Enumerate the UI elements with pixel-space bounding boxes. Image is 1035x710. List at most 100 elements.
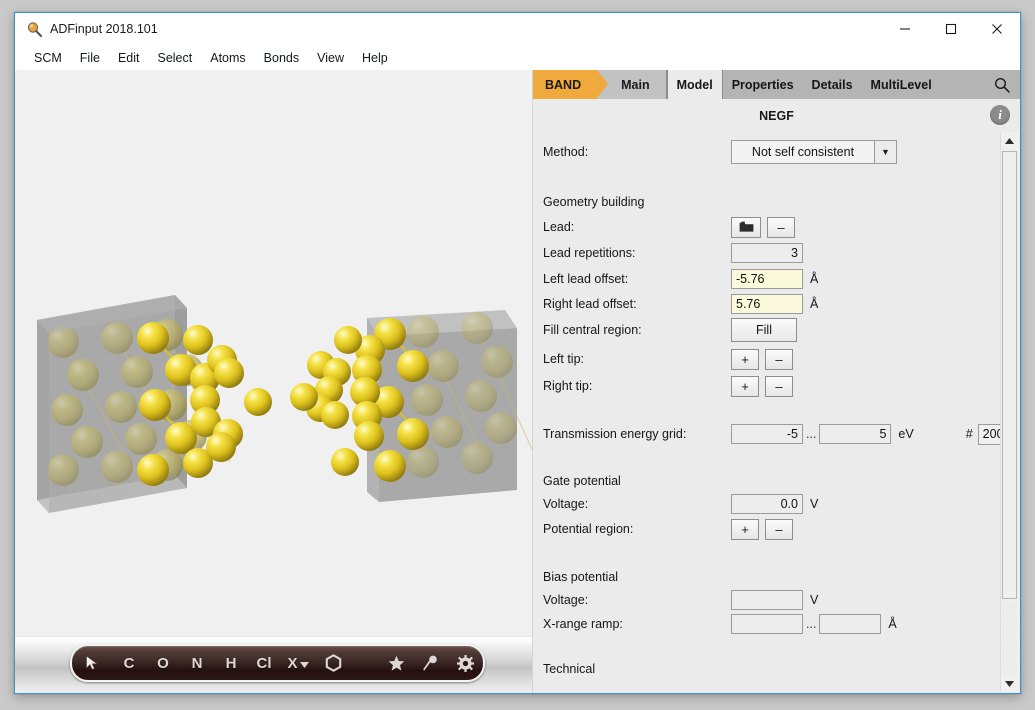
lead-browse-button[interactable]	[731, 216, 761, 238]
transmission-count-stepper[interactable]: 200	[977, 423, 1001, 445]
gate-voltage-unit: V	[810, 497, 819, 511]
potential-region-add-button[interactable]: +	[731, 518, 759, 540]
menu-bar: SCM File Edit Select Atoms Bonds View He…	[15, 46, 1020, 70]
carbon-tool[interactable]: C	[112, 648, 146, 678]
title-bar: ADFinput 2018.101	[15, 13, 1020, 46]
magnifier-icon	[26, 21, 43, 38]
nitrogen-tool[interactable]: N	[180, 648, 214, 678]
left-tip-remove-button[interactable]: –	[765, 348, 793, 370]
transmission-from-input[interactable]	[731, 424, 803, 444]
select-tool[interactable]	[72, 648, 112, 678]
bias-potential-section-label: Bias potential	[543, 570, 619, 584]
chevron-down-icon: ▼	[874, 141, 896, 163]
potential-region-remove-button[interactable]: –	[765, 518, 793, 540]
lead-row: Lead: –	[543, 216, 1001, 238]
tab-model[interactable]: Model	[666, 70, 723, 99]
left-tip-row: Left tip: + –	[543, 348, 1001, 370]
tab-bar: BAND Main Model Properties Details Multi…	[533, 70, 1020, 99]
application-window: ADFinput 2018.101 SCM File Edit Select A…	[14, 12, 1021, 694]
right-tip-label: Right tip:	[543, 379, 593, 393]
bias-voltage-label: Voltage:	[543, 593, 589, 607]
lead-remove-button[interactable]: –	[767, 216, 795, 238]
magic-wand-tool[interactable]	[413, 648, 447, 678]
menu-item-view[interactable]: View	[308, 49, 353, 67]
tab-band-program[interactable]: BAND	[533, 70, 609, 99]
method-select[interactable]: Not self consistent ▼	[731, 140, 897, 164]
info-icon[interactable]: i	[990, 105, 1010, 125]
main-content: C O N H Cl X BAND Main Model Properties …	[15, 70, 1020, 693]
method-row: Method: Not self consistent ▼	[543, 140, 1001, 164]
transmission-unit: eV	[898, 427, 914, 441]
gate-potential-section-label: Gate potential	[543, 474, 621, 488]
search-icon[interactable]	[984, 70, 1020, 99]
menu-item-atoms[interactable]: Atoms	[201, 49, 254, 67]
fill-central-region-row: Fill central region: Fill	[543, 318, 1001, 342]
tab-multilevel[interactable]: MultiLevel	[861, 70, 941, 99]
right-tip-add-button[interactable]: +	[731, 375, 759, 397]
bias-potential-section-row: Bias potential	[543, 566, 1001, 588]
scroll-up-button[interactable]	[1001, 132, 1018, 149]
fill-button[interactable]: Fill	[731, 318, 797, 342]
folder-icon	[739, 221, 753, 232]
right-lead-offset-row: Right lead offset: Å	[543, 293, 1001, 315]
other-element-tool[interactable]: X	[280, 648, 316, 678]
page-title: NEGF	[759, 108, 794, 123]
right-tip-remove-button[interactable]: –	[765, 375, 793, 397]
x-range-separator: ...	[806, 617, 817, 631]
scrollbar-thumb[interactable]	[1002, 151, 1017, 599]
menu-item-scm[interactable]: SCM	[25, 49, 71, 67]
molecule-viewport[interactable]: C O N H Cl X	[15, 70, 532, 693]
scroll-down-button[interactable]	[1001, 675, 1018, 692]
panel-scrollbar[interactable]	[1000, 132, 1019, 692]
menu-item-edit[interactable]: Edit	[109, 49, 149, 67]
transmission-to-input[interactable]	[819, 424, 892, 444]
scrollbar-track[interactable]	[1001, 149, 1019, 675]
bias-voltage-row: Voltage: V	[543, 589, 1001, 611]
left-lead-offset-unit: Å	[810, 272, 819, 286]
x-range-ramp-unit: Å	[888, 617, 897, 631]
method-label: Method:	[543, 145, 589, 159]
right-lead-offset-input[interactable]	[731, 294, 803, 314]
scrollbar-trough[interactable]	[1002, 601, 1017, 675]
bias-voltage-input[interactable]	[731, 590, 803, 610]
chlorine-tool[interactable]: Cl	[248, 648, 280, 678]
gate-voltage-label: Voltage:	[543, 497, 589, 511]
close-button[interactable]	[974, 13, 1020, 45]
geometry-section-label: Geometry building	[543, 195, 645, 209]
window-title: ADFinput 2018.101	[50, 22, 158, 36]
menu-item-file[interactable]: File	[71, 49, 109, 67]
gate-potential-section-row: Gate potential	[543, 470, 1001, 492]
left-lead-atoms-front	[137, 322, 272, 486]
chevron-down-icon	[299, 662, 309, 668]
left-tip-add-button[interactable]: +	[731, 348, 759, 370]
tab-details[interactable]: Details	[802, 70, 862, 99]
left-lead-offset-input[interactable]	[731, 269, 803, 289]
gate-voltage-input[interactable]	[731, 494, 803, 514]
star-icon	[388, 655, 404, 671]
ring-tool[interactable]	[316, 648, 350, 678]
right-tip-row: Right tip: + –	[543, 375, 1001, 397]
menu-item-bonds[interactable]: Bonds	[255, 49, 308, 67]
gate-voltage-row: Voltage: V	[543, 493, 1001, 515]
menu-item-select[interactable]: Select	[148, 49, 201, 67]
maximize-button[interactable]	[928, 13, 974, 45]
tab-properties[interactable]: Properties	[722, 70, 803, 99]
lead-label: Lead:	[543, 220, 575, 234]
lead-repetitions-input[interactable]	[731, 243, 803, 263]
settings-form: Method: Not self consistent ▼ Geometry b…	[533, 132, 1001, 693]
x-range-ramp-from-input[interactable]	[731, 614, 803, 634]
wand-icon	[423, 655, 437, 671]
settings-tool[interactable]	[447, 648, 483, 678]
x-range-ramp-to-input[interactable]	[819, 614, 882, 634]
technical-section-label: Technical	[543, 662, 596, 676]
technical-section-row: Technical	[543, 658, 1001, 680]
method-value: Not self consistent	[751, 145, 855, 159]
cursor-arrow-icon	[86, 655, 98, 670]
oxygen-tool[interactable]: O	[146, 648, 180, 678]
transmission-energy-grid-row: Transmission energy grid: ... eV # 200	[543, 423, 1001, 445]
hydrogen-tool[interactable]: H	[214, 648, 248, 678]
transmission-count-label: #	[965, 427, 973, 441]
minimize-button[interactable]	[882, 13, 928, 45]
favorites-tool[interactable]	[379, 648, 413, 678]
menu-item-help[interactable]: Help	[353, 49, 397, 67]
